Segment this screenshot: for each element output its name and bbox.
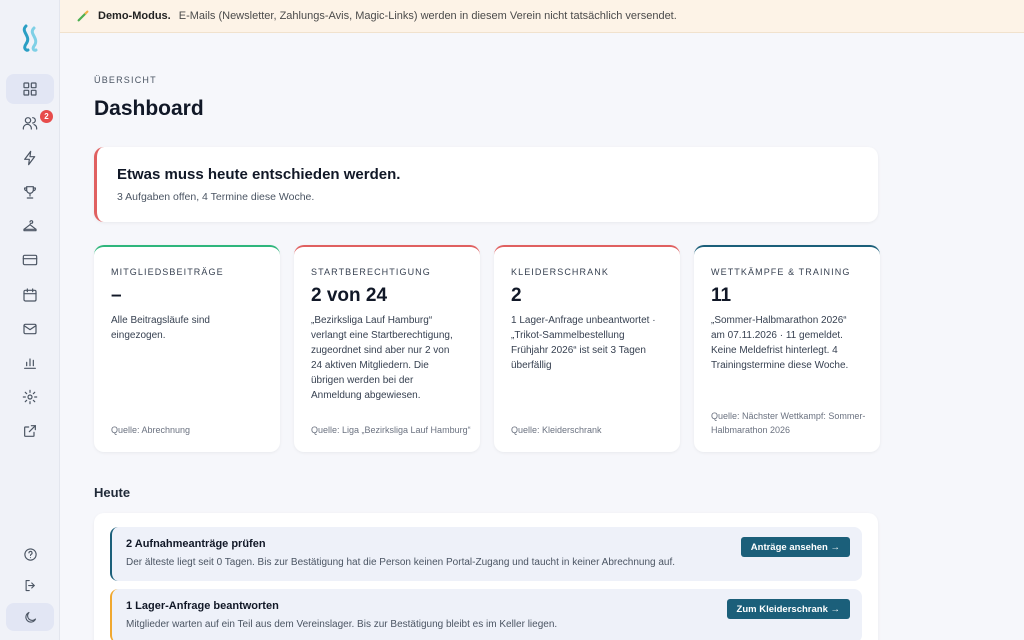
nav-logout[interactable] [6, 571, 54, 599]
card-value: 2 [511, 285, 522, 306]
pencil-icon [77, 10, 89, 22]
card-label: KLEIDERSCHRANK [511, 267, 609, 277]
task-description: Mitglieder warten auf ein Teil aus dem V… [126, 619, 558, 630]
nav-settings[interactable] [6, 382, 54, 412]
logout-icon [25, 579, 35, 591]
members-badge: 2 [40, 110, 53, 123]
nav-help[interactable] [6, 540, 54, 568]
nav-billing[interactable] [6, 245, 54, 275]
today-panel: 2 Aufnahmeanträge prüfen Der älteste lie… [94, 513, 878, 640]
page-title: Dashboard [94, 97, 204, 120]
app-logo[interactable] [18, 24, 42, 52]
card-label: MITGLIEDSBEITRÄGE [111, 267, 224, 277]
demo-mode-message: E-Mails (Newsletter, Zahlungs-Avis, Magi… [178, 10, 677, 22]
nav-dashboard[interactable] [6, 74, 54, 104]
card-source: Quelle: Liga „Bezirksliga Lauf Hamburg“ [311, 425, 471, 435]
dashboard-icon [23, 82, 37, 96]
trophy-icon [23, 186, 37, 199]
card-description: Alle Beitragsläufe sind eingezogen. [111, 315, 210, 341]
card-description: 1 Lager-Anfrage unbeantwortet · „Trikot-… [511, 315, 656, 371]
members-icon [22, 117, 38, 130]
card-source: Quelle: Abrechnung [111, 425, 191, 435]
nav-competitions[interactable] [6, 177, 54, 207]
card-label: STARTBERECHTIGUNG [311, 267, 431, 277]
task-description: Der älteste liegt seit 0 Tagen. Bis zur … [126, 557, 676, 568]
nav-dark-mode[interactable] [6, 603, 54, 631]
mail-icon [23, 323, 37, 335]
demo-mode-label: Demo-Modus. [98, 10, 171, 22]
card-competitions-training[interactable]: WETTKÄMPFE & TRAINING 11 „Sommer-Halbmar… [694, 245, 880, 452]
card-membership-fees[interactable]: MITGLIEDSBEITRÄGE – Alle Beitragsläufe s… [94, 245, 280, 452]
calendar-icon [23, 288, 37, 302]
card-label: WETTKÄMPFE & TRAINING [711, 267, 851, 277]
hanger-icon [23, 220, 37, 232]
alert-subtitle: 3 Aufgaben offen, 4 Termine diese Woche. [117, 191, 315, 203]
card-start-permission[interactable]: STARTBERECHTIGUNG 2 von 24 „Bezirksliga … [294, 245, 480, 452]
sidebar: 2 [0, 0, 60, 640]
nav-statistics[interactable] [6, 348, 54, 378]
nav-activity[interactable] [6, 143, 54, 173]
demo-banner: Demo-Modus. E-Mails (Newsletter, Zahlung… [60, 0, 1024, 33]
decision-alert: Etwas muss heute entschieden werden. 3 A… [94, 147, 878, 222]
view-applications-button[interactable]: Anträge ansehen → [740, 537, 850, 557]
bar-chart-icon [24, 358, 36, 369]
card-description: „Bezirksliga Lauf Hamburg“ verlangt eine… [311, 315, 453, 401]
help-icon [23, 547, 37, 561]
task-item: 1 Lager-Anfrage beantworten Mitglieder w… [110, 589, 862, 640]
lightning-icon [24, 150, 36, 166]
card-source: Quelle: Kleiderschrank [511, 425, 602, 435]
card-value: – [111, 285, 122, 306]
task-title: 2 Aufnahmeanträge prüfen [126, 538, 266, 550]
nav-calendar[interactable] [6, 280, 54, 310]
external-link-icon [24, 425, 36, 437]
today-heading: Heute [94, 485, 131, 500]
alert-title: Etwas muss heute entschieden werden. [117, 166, 401, 183]
card-value: 2 von 24 [311, 285, 388, 306]
nav-members[interactable]: 2 [6, 108, 54, 138]
go-to-wardrobe-button[interactable]: Zum Kleiderschrank → [726, 599, 850, 619]
nav-external[interactable] [6, 416, 54, 446]
card-source: Quelle: Nächster Wettkampf: Sommer-Halbm… [711, 411, 866, 435]
card-description: „Sommer-Halbmarathon 2026“ am 07.11.2026… [711, 315, 849, 371]
card-wardrobe[interactable]: KLEIDERSCHRANK 2 1 Lager-Anfrage unbeant… [494, 245, 680, 452]
task-item: 2 Aufnahmeanträge prüfen Der älteste lie… [110, 527, 862, 581]
moon-icon [24, 611, 36, 623]
credit-card-icon [22, 254, 38, 266]
nav-wardrobe[interactable] [6, 211, 54, 241]
gear-icon [22, 389, 38, 405]
card-value: 11 [711, 285, 732, 306]
nav-mail[interactable] [6, 314, 54, 344]
page-eyebrow: ÜBERSICHT [94, 75, 157, 85]
